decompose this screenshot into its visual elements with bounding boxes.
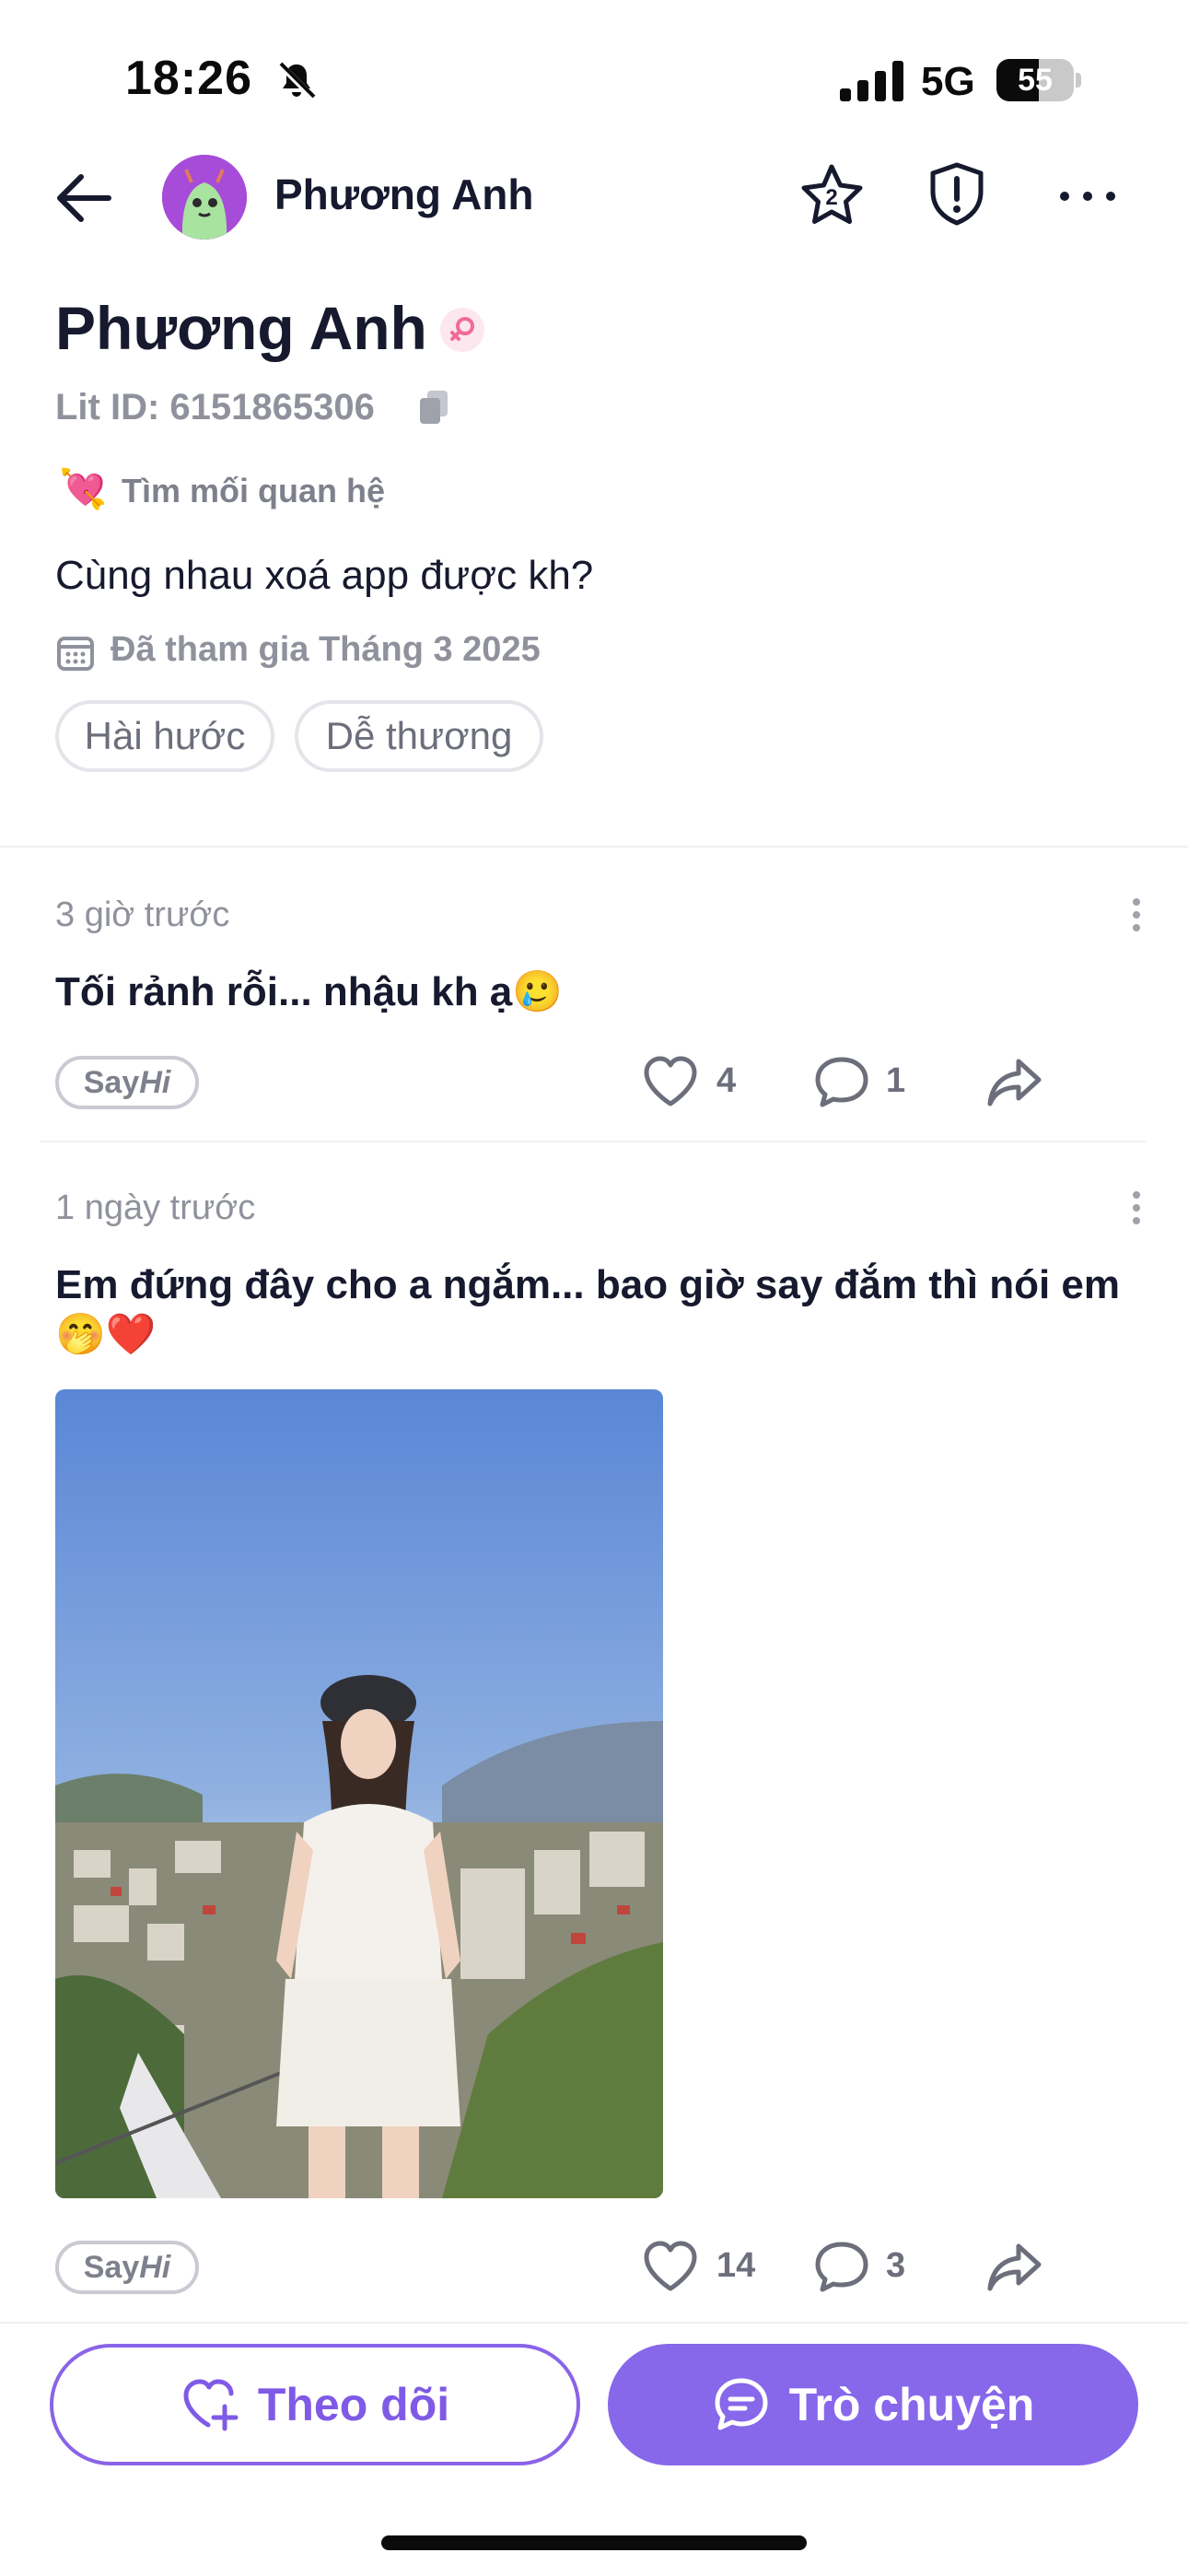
sayhi-say: Say	[83, 2250, 140, 2285]
sayhi-hi: Hi	[139, 1065, 171, 1100]
sayhi-say: Say	[83, 1065, 140, 1100]
star-badge: 2	[825, 185, 837, 210]
sayhi-hi: Hi	[139, 2250, 171, 2285]
heart-plus-icon	[183, 2379, 239, 2431]
comment-icon[interactable]	[812, 1054, 871, 1109]
more-icon[interactable]	[1057, 182, 1118, 210]
signal-icon	[840, 61, 903, 101]
shield-icon[interactable]	[925, 160, 989, 228]
post-time: 3 giờ trước	[55, 896, 230, 934]
header: Phương Anh 2	[0, 147, 1188, 249]
network-label: 5G	[921, 59, 975, 104]
sayhi-button[interactable]: SayHi	[55, 2241, 199, 2294]
follow-label: Theo dõi	[257, 2379, 450, 2430]
like-count: 4	[716, 1061, 737, 1100]
chat-icon	[715, 2378, 768, 2430]
profile-name: Phương Anh	[55, 294, 427, 362]
back-arrow-icon[interactable]	[52, 166, 116, 230]
status-time: 18:26	[125, 52, 252, 105]
chat-button[interactable]: Trò chuyện	[608, 2344, 1138, 2465]
home-indicator[interactable]	[381, 2535, 807, 2550]
star-icon[interactable]: 2	[798, 162, 866, 230]
bell-muted-icon	[277, 62, 316, 100]
tag-chip: Dễ thương	[295, 700, 543, 772]
comment-count: 1	[886, 1061, 906, 1100]
sayhi-button[interactable]: SayHi	[55, 1056, 199, 1109]
like-count: 14	[716, 2246, 756, 2285]
follow-button[interactable]: Theo dõi	[50, 2344, 580, 2465]
post-time: 1 ngày trước	[55, 1188, 256, 1227]
tag-chip: Hài hước	[55, 700, 274, 772]
lit-id: Lit ID: 6151865306	[55, 387, 375, 427]
post-photo[interactable]	[55, 1389, 663, 2198]
female-icon	[440, 308, 484, 352]
header-title: Phương Anh	[274, 170, 534, 218]
calendar-icon	[57, 637, 94, 671]
battery-icon: 55	[996, 59, 1081, 101]
post-text: Em đứng đây cho a ngắm... bao giờ say đắ…	[55, 1262, 1121, 1357]
intent-text: Tìm mối quan hệ	[122, 472, 386, 509]
post-more-icon[interactable]	[1131, 1190, 1142, 1225]
heart-icon[interactable]	[641, 1054, 700, 1109]
post-text: Tối rảnh rỗi... nhậu kh ạ🥲	[55, 969, 564, 1014]
heart-icon[interactable]	[641, 2239, 700, 2294]
copy-icon[interactable]	[418, 389, 449, 426]
post-more-icon[interactable]	[1131, 897, 1142, 932]
intent-emoji: 💘	[59, 467, 108, 510]
share-icon[interactable]	[985, 2239, 1044, 2294]
chat-label: Trò chuyện	[788, 2379, 1035, 2430]
comment-count: 3	[886, 2246, 906, 2285]
avatar[interactable]	[162, 155, 247, 240]
status-bar: 18:26 5G 55	[0, 0, 1188, 147]
divider	[41, 1141, 1146, 1142]
share-icon[interactable]	[985, 1054, 1044, 1109]
battery-percent: 55	[1018, 63, 1053, 98]
joined-date: Đã tham gia Tháng 3 2025	[111, 630, 541, 669]
comment-icon[interactable]	[812, 2239, 871, 2294]
bio: Cùng nhau xoá app được kh?	[55, 553, 594, 598]
divider	[0, 846, 1188, 848]
